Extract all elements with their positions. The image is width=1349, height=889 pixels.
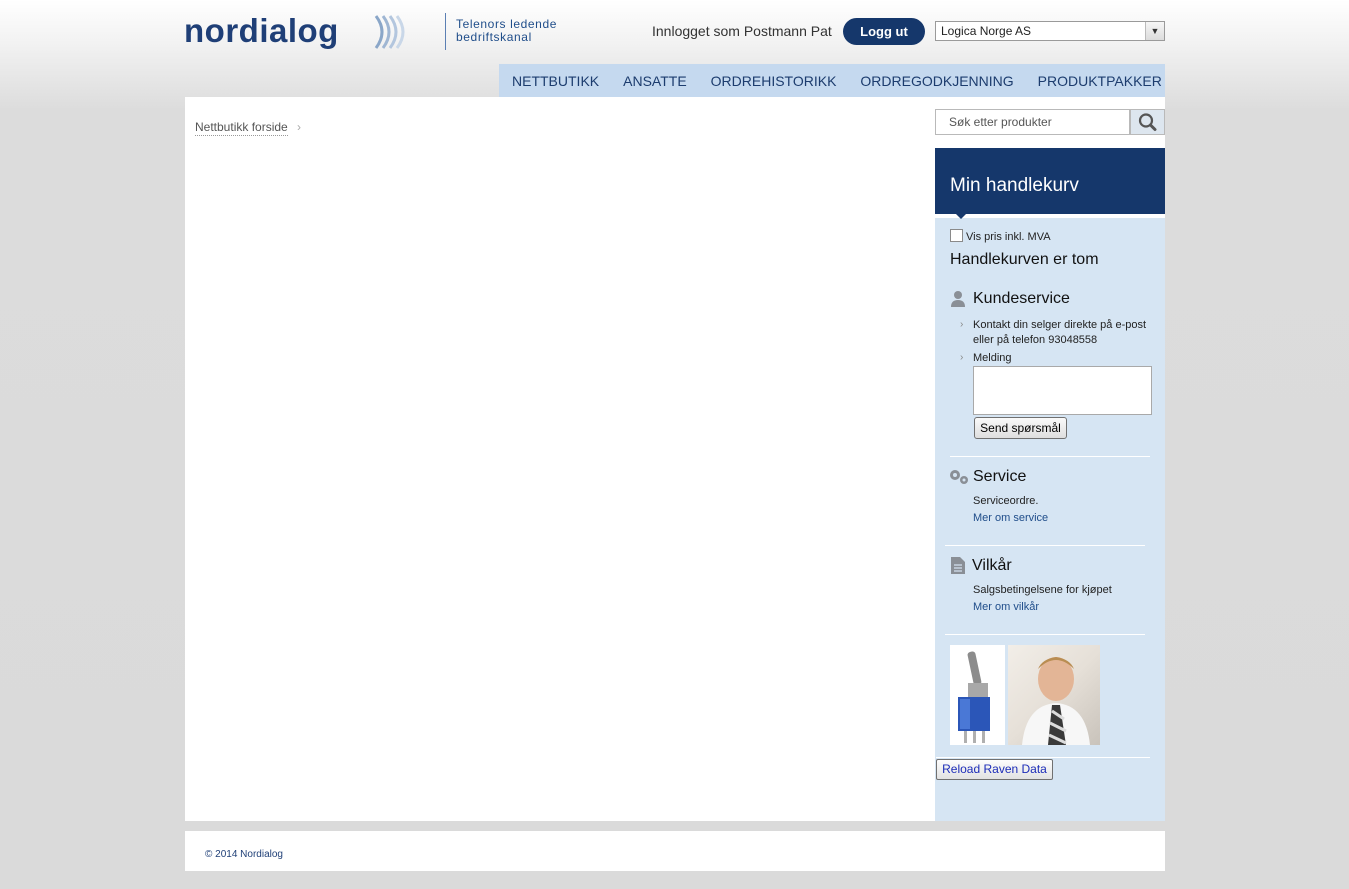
nav-item-ansatte[interactable]: ANSATTE <box>611 73 699 89</box>
tagline-line2: bedriftskanal <box>456 30 532 44</box>
logo-divider <box>445 13 446 50</box>
businessman-illustration <box>1022 657 1090 745</box>
logo-waves-icon <box>374 15 405 49</box>
document-icon <box>951 557 965 574</box>
section-divider <box>945 634 1145 635</box>
vilkar-link[interactable]: Mer om vilkår <box>973 601 1039 613</box>
section-divider <box>945 545 1145 546</box>
service-title: Service <box>973 468 1027 485</box>
vilkar-title: Vilkår <box>972 557 1012 574</box>
service-link[interactable]: Mer om service <box>973 512 1048 524</box>
section-divider <box>936 757 1150 758</box>
logo-text: nordialog <box>184 12 339 49</box>
nav-item-ordrehistorikk[interactable]: ORDREHISTORIKK <box>699 73 849 89</box>
kundeservice-title: Kundeservice <box>973 290 1070 307</box>
tagline: Telenors ledende bedriftskanal <box>456 18 576 44</box>
vat-checkbox[interactable] <box>950 229 963 242</box>
chevron-down-icon[interactable]: ▼ <box>1145 22 1164 40</box>
toggle-switch-image[interactable] <box>950 645 1005 745</box>
search-input[interactable]: Søk etter produkter <box>935 109 1130 135</box>
cart-notch <box>954 212 968 219</box>
footer <box>185 831 1165 871</box>
nav-item-nettbutikk[interactable]: NETTBUTIKK <box>499 73 611 89</box>
toggle-switch-icon <box>958 651 990 743</box>
company-select-value: Logica Norge AS <box>941 24 1032 38</box>
chevron-right-icon: › <box>297 120 301 134</box>
main-content <box>185 97 935 821</box>
chevron-right-icon: › <box>960 352 964 363</box>
breadcrumb[interactable]: Nettbutikk forside <box>195 120 288 136</box>
main-nav: NETTBUTIKK ANSATTE ORDREHISTORIKK ORDREG… <box>499 64 1165 97</box>
search-placeholder: Søk etter produkter <box>949 115 1052 129</box>
cart-title: Min handlekurv <box>950 175 1079 196</box>
cart-header-divider <box>935 214 1165 218</box>
nordialog-logo[interactable]: nordialog <box>184 12 414 52</box>
section-divider <box>950 456 1150 457</box>
send-question-button[interactable]: Send spørsmål <box>974 417 1067 439</box>
chevron-right-icon: › <box>960 319 964 330</box>
cart-empty-text: Handlekurven er tom <box>950 251 1099 268</box>
person-icon <box>951 291 965 307</box>
reload-raven-data-button[interactable]: Reload Raven Data <box>936 759 1053 780</box>
gears-icon <box>950 470 968 484</box>
logged-in-text: Innlogget som Postmann Pat <box>652 23 832 39</box>
vilkar-text: Salgsbetingelsene for kjøpet <box>973 584 1112 596</box>
company-select[interactable]: Logica Norge AS ▼ <box>935 21 1165 41</box>
search-icon <box>1138 113 1157 131</box>
service-text: Serviceordre. <box>973 495 1039 507</box>
search-button[interactable] <box>1130 109 1165 135</box>
message-label: Melding <box>973 352 1012 364</box>
nav-item-produktpakker[interactable]: PRODUKTPAKKER <box>1026 73 1174 89</box>
kundeservice-contact-text: Kontakt din selger direkte på e-post ell… <box>973 319 1147 346</box>
copyright-text: © 2014 Nordialog <box>205 849 283 860</box>
nav-item-ordregodkjenning[interactable]: ORDREGODKJENNING <box>848 73 1025 89</box>
logout-button[interactable]: Logg ut <box>843 18 925 45</box>
businessman-photo[interactable] <box>1008 645 1100 745</box>
vat-label: Vis pris inkl. MVA <box>966 231 1051 243</box>
message-textarea[interactable] <box>973 366 1152 415</box>
